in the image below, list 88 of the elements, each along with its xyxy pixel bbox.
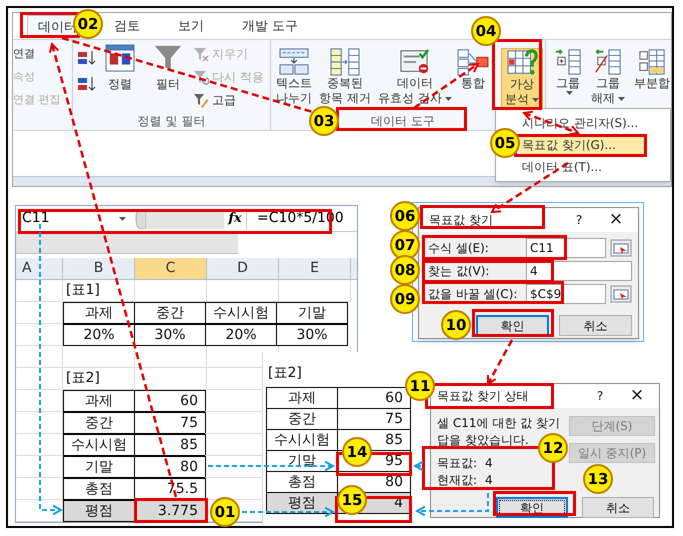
input-field[interactable]: 4 <box>526 261 632 281</box>
input-field[interactable]: C11 <box>526 238 606 258</box>
filter-button[interactable]: 필터 <box>145 44 191 110</box>
field-label: 찾는 값(V): <box>428 264 490 278</box>
table-cell: 20% <box>205 324 277 346</box>
remove-duplicates-icon <box>329 48 361 76</box>
result-value: 4 <box>485 472 493 488</box>
group-label: 정렬 및 필터 <box>138 113 206 130</box>
dashed-arrow <box>486 339 514 386</box>
column-header[interactable]: D <box>207 258 279 279</box>
table-cell: 60 <box>134 390 206 412</box>
dialog-button[interactable]: 취소 <box>582 497 654 518</box>
table-cell: 중간 <box>134 302 206 324</box>
column-header[interactable]: A <box>16 258 63 279</box>
table-cell: 30% <box>134 324 206 346</box>
dialog-button[interactable]: 취소 <box>559 315 632 336</box>
caret-icon <box>119 216 126 220</box>
table-cell: 과제 <box>266 387 338 409</box>
advanced-filter-icon <box>193 92 209 108</box>
table-cell: 기말 <box>276 302 348 324</box>
input-field[interactable]: $C$9 <box>526 284 606 304</box>
funnel-icon <box>154 44 182 72</box>
table-cell: 60 <box>337 387 411 409</box>
sort-icon <box>105 44 135 72</box>
grid-cell <box>16 346 63 368</box>
reapply-filter-icon <box>193 70 209 84</box>
column-header[interactable]: E <box>279 258 351 279</box>
ribbon-command[interactable]: 연결 <box>13 47 35 60</box>
ribbon-tab[interactable]: 검토 <box>110 15 144 39</box>
result-label: 목표값: <box>437 455 478 471</box>
what-if-analysis-icon <box>506 49 538 77</box>
table-cell: 과제 <box>63 302 135 324</box>
field-label: 값을 바꿀 셀(C): <box>428 287 518 301</box>
table-cell: 수시시험 <box>63 434 135 456</box>
message-text: 답을 찾았습니다. <box>437 432 529 448</box>
message-text: 셀 C11에 대한 값 찾기 <box>437 415 560 431</box>
group-icon <box>554 48 582 76</box>
sort-button[interactable]: 정렬 <box>99 44 141 110</box>
table-label: [표2] <box>268 364 302 383</box>
result-label: 현재값: <box>437 472 478 488</box>
ribbon-tab[interactable]: 보기 <box>174 15 208 39</box>
clear-filter-icon <box>193 46 209 62</box>
table-cell: 평점 <box>266 492 338 514</box>
name-box[interactable]: C11 <box>16 208 116 230</box>
column-header[interactable]: C <box>135 258 207 279</box>
dialog-title: 목표값 찾기 <box>429 213 493 227</box>
result-value: 4 <box>485 455 493 471</box>
sort-descending-icon <box>77 76 97 92</box>
field-label: 수식 셀(E): <box>428 241 489 255</box>
function-label[interactable]: fx <box>224 208 246 228</box>
menu-item[interactable]: 데이터 표(T)... <box>520 156 644 178</box>
range-picker-icon[interactable] <box>610 239 632 257</box>
table-cell: 총점 <box>63 478 135 500</box>
filter-option[interactable]: 고급 <box>193 90 264 110</box>
consolidate-icon <box>457 48 489 76</box>
help-button[interactable]: ? <box>585 387 615 405</box>
table-cell: 75 <box>134 412 206 434</box>
close-button[interactable]: × <box>615 383 659 409</box>
ribbon-button[interactable]: 그룹 <box>550 48 586 110</box>
subtotal-icon <box>638 48 666 76</box>
step-badge: 09 <box>390 284 420 314</box>
table-cell: [표2] <box>63 368 135 390</box>
table-cell: [표1] <box>63 280 135 302</box>
table-cell: 30% <box>276 324 348 346</box>
step-badge: 08 <box>390 255 420 285</box>
highlight-frame <box>492 39 542 110</box>
table-cell: 과제 <box>63 390 135 412</box>
dialog-button[interactable]: 확인 <box>476 315 549 336</box>
data-validation-icon <box>399 48 431 76</box>
ungroup-icon <box>594 48 622 76</box>
help-button[interactable]: ? <box>564 211 594 229</box>
table-cell: 80 <box>134 456 206 478</box>
text-to-columns-icon <box>278 48 310 76</box>
ribbon-button[interactable]: 통합 <box>455 48 491 110</box>
table-cell: 20% <box>63 324 135 346</box>
table-cell: 85 <box>134 434 206 456</box>
table-cell: 기말 <box>63 456 135 478</box>
ribbon-tab[interactable]: 개발 도구 <box>238 15 302 39</box>
group-label: 데이터 도구 <box>371 113 435 130</box>
grid-cell <box>135 346 207 368</box>
table-cell: 중간 <box>63 412 135 434</box>
table-cell: 수시시험 <box>205 302 277 324</box>
dialog-title: 목표값 찾기 상태 <box>437 389 529 403</box>
table-cell: 평점 <box>63 500 135 522</box>
close-button[interactable]: × <box>594 207 638 233</box>
sort-ascending-icon <box>77 50 97 66</box>
step-badge: 06 <box>390 201 420 231</box>
range-picker-icon[interactable] <box>610 285 632 303</box>
